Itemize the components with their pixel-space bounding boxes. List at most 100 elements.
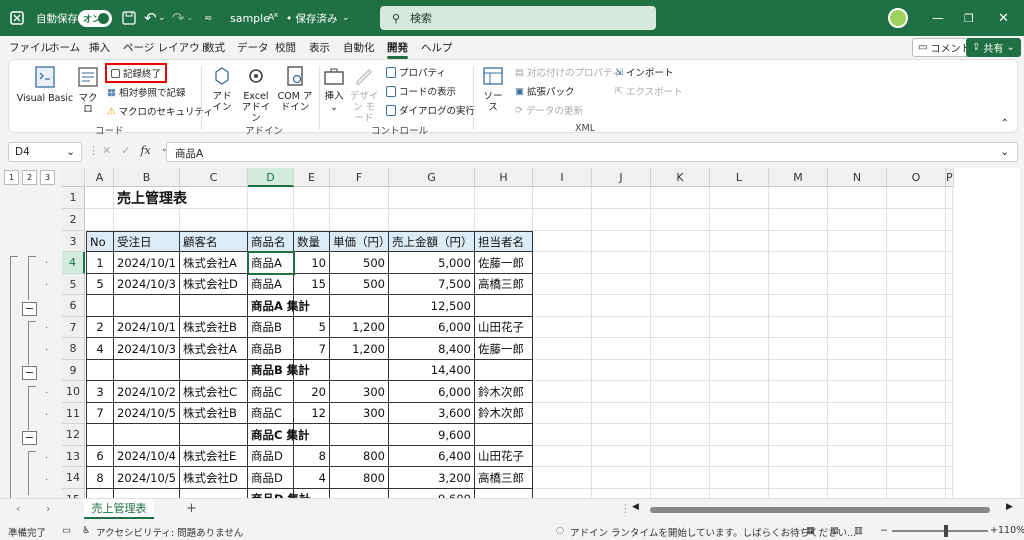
table-cell[interactable]: 5 [86,274,114,295]
table-cell[interactable] [114,295,180,317]
grid-cell[interactable] [592,338,651,360]
share-button[interactable]: ⇪ 共有 ⌄ [966,38,1021,57]
table-cell[interactable] [180,360,248,381]
table-header[interactable]: 売上金額（円） [389,231,475,252]
row-header[interactable]: 12 [62,424,85,446]
table-header[interactable]: 商品名 [248,231,294,252]
row-header[interactable]: 7 [62,317,85,338]
grid-cell[interactable] [946,274,953,295]
grid-cell[interactable] [769,446,828,467]
grid-cell[interactable] [769,231,828,252]
grid-cell[interactable] [769,187,828,209]
grid-cell[interactable] [475,187,533,209]
table-cell[interactable] [86,424,114,446]
grid-cell[interactable] [887,317,946,338]
grid-cell[interactable] [651,446,710,467]
grid-cell[interactable] [946,489,953,498]
grid-cell[interactable] [533,446,592,467]
grid-cell[interactable] [592,424,651,446]
collapse-ribbon-icon[interactable]: ⌃ [1001,118,1009,129]
table-cell[interactable]: 6,000 [389,381,475,403]
grid-cell[interactable] [769,489,828,498]
grid-cell[interactable] [946,446,953,467]
grid-cell[interactable] [86,187,114,209]
zoom-level[interactable]: 110% [998,525,1024,536]
grid-cell[interactable] [651,338,710,360]
grid-cell[interactable] [946,252,953,274]
table-cell[interactable]: 2024/10/5 [114,403,180,424]
tab-home[interactable]: ホーム [49,40,80,55]
refresh-data-button[interactable]: ⟳ データの更新 [515,103,583,118]
grid-cell[interactable] [710,467,769,489]
column-header[interactable]: M [769,168,828,187]
table-cell[interactable]: 株式会社C [180,381,248,403]
grid-cell[interactable] [769,295,828,317]
column-header[interactable]: K [651,168,710,187]
grid-cell[interactable] [887,209,946,231]
grid-cell[interactable] [887,338,946,360]
table-cell[interactable]: 12,500 [389,295,475,317]
table-cell[interactable]: 株式会社E [180,446,248,467]
grid-cell[interactable] [533,360,592,381]
grid-cell[interactable] [769,467,828,489]
table-cell[interactable] [475,360,533,381]
grid-cell[interactable] [294,187,330,209]
row-header[interactable]: 2 [62,209,85,231]
grid-cell[interactable] [651,187,710,209]
table-cell[interactable]: 3,200 [389,467,475,489]
grid-cell[interactable] [769,274,828,295]
grid-cell[interactable] [294,209,330,231]
table-cell[interactable]: 2024/10/5 [114,467,180,489]
grid-cell[interactable] [651,403,710,424]
grid-cell[interactable] [710,403,769,424]
row-header[interactable]: 13 [62,446,85,467]
grid-cell[interactable] [946,209,953,231]
table-cell[interactable]: 商品A [248,274,294,295]
table-cell[interactable]: 鈴木次郎 [475,403,533,424]
tab-formulas[interactable]: 数式 [204,40,225,55]
grid-cell[interactable] [769,338,828,360]
table-cell[interactable]: 5,000 [389,252,475,274]
table-cell[interactable]: 山田花子 [475,317,533,338]
tab-page-layout[interactable]: ページ レイアウト [123,40,210,55]
table-cell[interactable]: 2024/10/1 [114,252,180,274]
grid-cell[interactable] [180,187,248,209]
grid-cell[interactable] [828,446,887,467]
design-mode-button[interactable]: デザイン モード [349,64,379,124]
zoom-in-icon[interactable]: + [990,525,998,536]
grid-cell[interactable] [887,424,946,446]
scroll-left-icon[interactable]: ◀ [632,502,639,512]
grid-cell[interactable] [946,424,953,446]
grid-cell[interactable] [828,317,887,338]
table-cell[interactable] [475,295,533,317]
grid-cell[interactable] [592,209,651,231]
com-addin-button[interactable]: COM アドイン [277,64,313,113]
table-cell[interactable] [330,424,389,446]
grid-cell[interactable] [710,295,769,317]
row-header[interactable]: 6 [62,295,85,317]
table-cell[interactable]: 1 [86,252,114,274]
grid-cell[interactable] [592,252,651,274]
redo-icon[interactable]: ↷ [172,0,185,36]
grid-cell[interactable] [533,467,592,489]
table-cell[interactable]: 商品C [248,381,294,403]
grid-cell[interactable] [710,360,769,381]
zoom-out-icon[interactable]: − [880,525,888,536]
grid-cell[interactable] [533,489,592,498]
column-header[interactable]: D [248,168,294,187]
grid-cell[interactable] [651,467,710,489]
grid-cell[interactable] [330,209,389,231]
row-header[interactable]: 8 [62,338,85,360]
select-all-corner[interactable] [62,168,85,187]
table-cell[interactable]: 6 [86,446,114,467]
grid-cell[interactable] [651,274,710,295]
grid-cell[interactable] [828,424,887,446]
grid-cell[interactable] [389,187,475,209]
table-cell[interactable]: 9,600 [389,424,475,446]
table-cell[interactable] [330,360,389,381]
table-cell[interactable]: 6,000 [389,317,475,338]
grid-cell[interactable] [248,209,294,231]
table-header[interactable]: 担当者名 [475,231,533,252]
grid-cell[interactable] [887,489,946,498]
grid-cell[interactable] [592,489,651,498]
